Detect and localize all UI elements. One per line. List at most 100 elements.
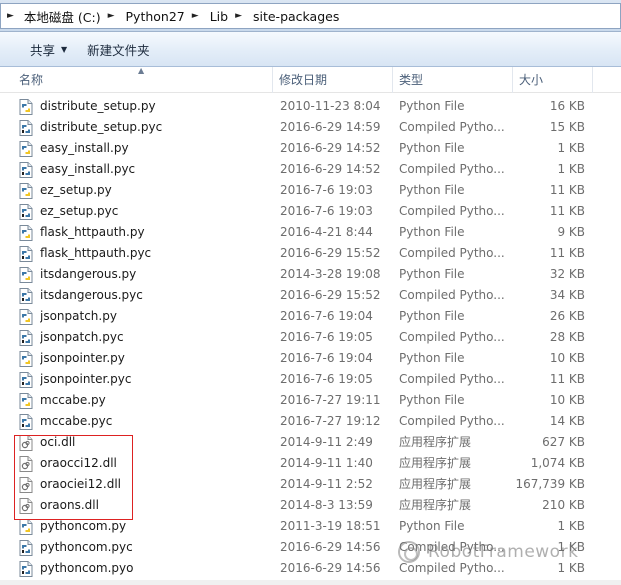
- column-header-row: ▲ 名称 修改日期 类型 大小: [0, 66, 621, 93]
- file-type: Compiled Pytho...: [399, 246, 504, 260]
- python-file-icon: [19, 519, 33, 535]
- compiled-python-icon: [19, 540, 33, 556]
- file-date: 2016-6-29 15:52: [280, 246, 381, 260]
- file-type: Python File: [399, 225, 465, 239]
- file-name[interactable]: ez_setup.py: [40, 180, 270, 201]
- file-row[interactable]: ez_setup.pyc 2016-7-6 19:03 Compiled Pytho…: [0, 201, 621, 222]
- chevron-right-icon[interactable]: ►: [108, 11, 115, 21]
- file-size: 34 KB: [549, 288, 585, 302]
- file-size: 10 KB: [549, 351, 585, 365]
- file-row[interactable]: jsonpatch.pyc 2016-7-6 19:05 Compiled Pyth…: [0, 327, 621, 348]
- status-strip: [0, 580, 621, 585]
- compiled-python-icon: [19, 561, 33, 577]
- file-row[interactable]: itsdangerous.py 2014-3-28 19:08 Python Fil…: [0, 264, 621, 285]
- file-name[interactable]: mccabe.py: [40, 390, 270, 411]
- share-button[interactable]: 共享 ▼: [20, 37, 77, 61]
- file-row[interactable]: easy_install.py 2016-6-29 14:52 Python Fil…: [0, 138, 621, 159]
- file-name[interactable]: jsonpatch.pyc: [40, 327, 270, 348]
- column-header-date[interactable]: 修改日期: [272, 67, 392, 93]
- file-row[interactable]: flask_httpauth.pyc 2016-6-29 15:52 Compile…: [0, 243, 621, 264]
- file-size: 16 KB: [549, 99, 585, 113]
- python-file-icon: [19, 141, 33, 157]
- file-date: 2010-11-23 8:04: [280, 99, 381, 113]
- address-bar-area: ► 本地磁盘 (C:) ► Python27 ► Lib ► site-package…: [0, 0, 621, 32]
- file-name[interactable]: distribute_setup.py: [40, 96, 270, 117]
- file-name[interactable]: easy_install.py: [40, 138, 270, 159]
- file-row[interactable]: itsdangerous.pyc 2016-6-29 15:52 Compiled …: [0, 285, 621, 306]
- watermark-text: RobotFramework: [428, 542, 579, 562]
- file-name[interactable]: flask_httpauth.py: [40, 222, 270, 243]
- file-row[interactable]: jsonpointer.py 2016-7-6 19:04 Python File 1…: [0, 348, 621, 369]
- address-bar[interactable]: ► 本地磁盘 (C:) ► Python27 ► Lib ► site-package…: [0, 3, 621, 29]
- file-name[interactable]: jsonpatch.py: [40, 306, 270, 327]
- file-name[interactable]: pythoncom.pyo: [40, 558, 270, 579]
- file-row[interactable]: easy_install.pyc 2016-6-29 14:52 Compiled …: [0, 159, 621, 180]
- file-name[interactable]: ez_setup.pyc: [40, 201, 270, 222]
- file-type: 应用程序扩展: [399, 435, 472, 449]
- python-file-icon: [19, 309, 33, 325]
- file-date: 2014-8-3 13:59: [280, 498, 373, 512]
- compiled-python-icon: [19, 372, 33, 388]
- file-date: 2016-6-29 15:52: [280, 288, 381, 302]
- file-size: 210 KB: [542, 498, 585, 512]
- chevron-right-icon[interactable]: ►: [235, 11, 242, 21]
- file-row[interactable]: jsonpointer.pyc 2016-7-6 19:05 Compiled Py…: [0, 369, 621, 390]
- file-row[interactable]: mccabe.py 2016-7-27 19:11 Python File 10 KB: [0, 390, 621, 411]
- chevron-down-icon: ▼: [61, 44, 68, 54]
- file-date: 2016-7-6 19:04: [280, 351, 373, 365]
- file-row[interactable]: ez_setup.py 2016-7-6 19:03 Python File 11 K…: [0, 180, 621, 201]
- breadcrumb-item-lib[interactable]: Lib ►: [208, 4, 251, 28]
- file-size: 26 KB: [549, 309, 585, 323]
- file-type: Python File: [399, 141, 465, 155]
- file-size: 1 KB: [557, 141, 585, 155]
- compiled-python-icon: [19, 204, 33, 220]
- breadcrumb-item-site-packages[interactable]: site-packages: [251, 4, 341, 28]
- file-type: Compiled Pytho...: [399, 120, 504, 134]
- share-button-label: 共享: [30, 42, 56, 58]
- file-name[interactable]: itsdangerous.pyc: [40, 285, 270, 306]
- file-name[interactable]: mccabe.pyc: [40, 411, 270, 432]
- file-size: 15 KB: [549, 120, 585, 134]
- column-header-name[interactable]: 名称: [13, 67, 272, 93]
- chevron-right-icon[interactable]: ►: [192, 11, 199, 21]
- file-type: Compiled Pytho...: [399, 288, 504, 302]
- column-header-type[interactable]: 类型: [392, 67, 512, 93]
- file-name[interactable]: itsdangerous.py: [40, 264, 270, 285]
- file-date: 2014-9-11 2:49: [280, 435, 373, 449]
- breadcrumb-item-drive[interactable]: 本地磁盘 (C:) ►: [22, 4, 124, 28]
- file-name[interactable]: easy_install.pyc: [40, 159, 270, 180]
- file-size: 1 KB: [557, 162, 585, 176]
- file-size: 1 KB: [557, 519, 585, 533]
- column-header-size[interactable]: 大小: [512, 67, 592, 93]
- command-bar: 共享 ▼ 新建文件夹: [0, 32, 621, 67]
- file-row[interactable]: mccabe.pyc 2016-7-27 19:12 Compiled Pytho.…: [0, 411, 621, 432]
- file-size: 11 KB: [549, 183, 585, 197]
- file-row[interactable]: flask_httpauth.py 2016-4-21 8:44 Python Fi…: [0, 222, 621, 243]
- file-size: 627 KB: [542, 435, 585, 449]
- file-size: 1,074 KB: [530, 456, 585, 470]
- compiled-python-icon: [19, 120, 33, 136]
- python-file-icon: [19, 99, 33, 115]
- file-type: 应用程序扩展: [399, 456, 472, 470]
- file-date: 2016-7-6 19:05: [280, 372, 373, 386]
- file-name[interactable]: pythoncom.pyc: [40, 537, 270, 558]
- file-name[interactable]: flask_httpauth.pyc: [40, 243, 270, 264]
- file-size: 11 KB: [549, 372, 585, 386]
- breadcrumb-item-python27[interactable]: Python27 ►: [124, 4, 208, 28]
- file-type: Python File: [399, 309, 465, 323]
- file-date: 2016-6-29 14:59: [280, 120, 381, 134]
- python-file-icon: [19, 267, 33, 283]
- file-date: 2016-7-27 19:11: [280, 393, 381, 407]
- file-row[interactable]: jsonpatch.py 2016-7-6 19:04 Python File 26 …: [0, 306, 621, 327]
- file-row[interactable]: distribute_setup.py 2010-11-23 8:04 Python…: [0, 96, 621, 117]
- new-folder-button[interactable]: 新建文件夹: [77, 37, 160, 61]
- compiled-python-icon: [19, 288, 33, 304]
- breadcrumb-root-arrow[interactable]: ►: [1, 4, 22, 28]
- file-name[interactable]: jsonpointer.pyc: [40, 369, 270, 390]
- highlight-box: [14, 435, 133, 520]
- file-row[interactable]: distribute_setup.pyc 2016-6-29 14:59 Compi…: [0, 117, 621, 138]
- file-name[interactable]: jsonpointer.py: [40, 348, 270, 369]
- file-date: 2016-7-6 19:05: [280, 330, 373, 344]
- file-name[interactable]: distribute_setup.pyc: [40, 117, 270, 138]
- file-size: 11 KB: [549, 246, 585, 260]
